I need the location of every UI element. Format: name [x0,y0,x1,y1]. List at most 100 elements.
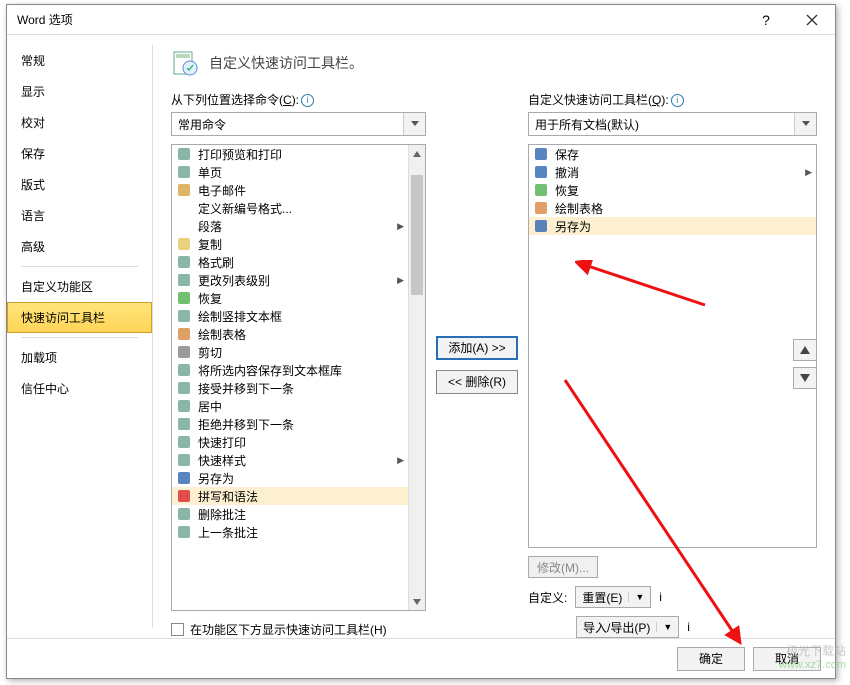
list-item[interactable]: 绘制表格 [172,325,408,343]
qat-scope-select[interactable]: 用于所有文档(默认) [528,112,817,136]
sidebar-item-5[interactable]: 语言 [7,200,152,231]
list-item[interactable]: 打印预览和打印 [172,145,408,163]
list-item-label: 居中 [198,398,222,415]
list-item-label: 删除批注 [198,506,246,523]
vtextbox-icon [176,308,192,324]
chevron-down-icon: ▼ [656,622,672,632]
add-button[interactable]: 添加(A) >> [436,336,518,360]
customize-label: 自定义: [528,589,567,606]
chevron-down-icon [794,113,816,135]
list-item[interactable]: 接受并移到下一条 [172,379,408,397]
qat-listbox[interactable]: 保存撤消 ▶ 恢复绘制表格另存为 [528,144,817,548]
sidebar-item-7[interactable]: 自定义功能区 [7,271,152,302]
list-item[interactable]: 撤消 ▶ [529,163,816,181]
commands-listbox[interactable]: 打印预览和打印单页电子邮件定义新编号格式...段落 ▶ 复制格式刷更改列表级别▶恢复… [171,144,426,611]
page-title: 自定义快速访问工具栏。 [209,53,363,73]
scroll-thumb[interactable] [411,175,423,295]
reset-button[interactable]: 重置(E)▼ [575,586,651,608]
save-selection-icon [176,362,192,378]
list-item[interactable]: 删除批注 [172,505,408,523]
list-item-label: 拼写和语法 [198,488,258,505]
list-item-label: 复制 [198,236,222,253]
import-export-button[interactable]: 导入/导出(P)▼ [576,616,679,638]
sidebar-item-8[interactable]: 快速访问工具栏 [7,302,152,333]
list-item[interactable]: 另存为 [529,217,816,235]
list-item[interactable]: 剪切 [172,343,408,361]
dialog-footer: 确定 取消 [7,638,835,678]
center-icon [176,398,192,414]
list-item[interactable]: 恢复 [172,289,408,307]
scrollbar[interactable] [408,145,425,610]
move-down-button[interactable] [793,367,817,389]
list-item-label: 段落 [198,218,222,235]
main-panel: 自定义快速访问工具栏。 从下列位置选择命令(C):i 常用命令 打印预览和打印单… [153,35,835,638]
list-item-label: 另存为 [555,218,591,235]
list-item[interactable]: 快速打印 [172,433,408,451]
customize-qat-label: 自定义快速访问工具栏(Q):i [528,91,817,108]
list-item-label: 另存为 [198,470,234,487]
list-item-label: 电子邮件 [198,182,246,199]
select-value: 用于所有文档(默认) [535,116,639,133]
list-item[interactable]: 拼写和语法 [172,487,408,505]
list-item[interactable]: 更改列表级别▶ [172,271,408,289]
list-item[interactable]: 恢复 [529,181,816,199]
list-item[interactable]: 拒绝并移到下一条 [172,415,408,433]
word-options-dialog: Word 选项 ? 常规显示校对保存版式语言高级自定义功能区快速访问工具栏加载项… [6,4,836,679]
sidebar-item-4[interactable]: 版式 [7,169,152,200]
choose-from-label: 从下列位置选择命令(C):i [171,91,426,108]
list-item[interactable]: 将所选内容保存到文本框库 [172,361,408,379]
ok-button[interactable]: 确定 [677,647,745,671]
list-item[interactable]: 格式刷 [172,253,408,271]
list-item[interactable]: 保存 [529,145,816,163]
list-item[interactable]: 上一条批注 [172,523,408,541]
sidebar-item-1[interactable]: 显示 [7,76,152,107]
list-item-label: 格式刷 [198,254,234,271]
info-icon[interactable]: i [301,94,314,107]
info-icon[interactable]: i [671,94,684,107]
dialog-title: Word 选项 [17,11,743,28]
list-item-label: 绘制竖排文本框 [198,308,282,325]
submenu-indicator-icon: ▶ [397,455,404,466]
list-item-label: 单页 [198,164,222,181]
list-item[interactable]: 段落 ▶ [172,217,408,235]
info-icon[interactable]: i [687,620,690,634]
submenu-indicator-icon: ▶ [397,221,404,232]
choose-commands-select[interactable]: 常用命令 [171,112,426,136]
list-item[interactable]: 居中 [172,397,408,415]
sidebar-item-6[interactable]: 高级 [7,231,152,262]
sidebar-item-2[interactable]: 校对 [7,107,152,138]
list-item[interactable]: 复制 [172,235,408,253]
scroll-down-button[interactable] [409,593,425,610]
sidebar-item-0[interactable]: 常规 [7,45,152,76]
list-item-label: 快速打印 [198,434,246,451]
list-item[interactable]: 绘制竖排文本框 [172,307,408,325]
list-item[interactable]: 定义新编号格式... [172,199,408,217]
redo-icon [176,290,192,306]
list-item[interactable]: 绘制表格 [529,199,816,217]
list-item-label: 恢复 [198,290,222,307]
list-item[interactable]: 电子邮件 [172,181,408,199]
scroll-up-button[interactable] [409,145,425,162]
list-item[interactable]: 单页 [172,163,408,181]
remove-button[interactable]: << 删除(R) [436,370,518,394]
redo-icon [533,182,549,198]
sidebar-item-3[interactable]: 保存 [7,138,152,169]
email-icon [176,182,192,198]
sidebar-item-10[interactable]: 信任中心 [7,373,152,404]
list-item[interactable]: 快速样式 ▶ [172,451,408,469]
move-up-button[interactable] [793,339,817,361]
list-item-label: 快速样式 [198,452,246,469]
sidebar-item-9[interactable]: 加载项 [7,342,152,373]
info-icon[interactable]: i [659,590,662,604]
list-item-label: 撤消 [555,164,579,181]
list-item[interactable]: 另存为 [172,469,408,487]
close-button[interactable] [789,5,835,35]
reject-next-icon [176,416,192,432]
list-item-label: 将所选内容保存到文本框库 [198,362,342,379]
submenu-indicator-icon: ▶ [805,167,812,178]
help-button[interactable]: ? [743,5,789,35]
checkbox-icon [171,623,184,636]
show-below-ribbon-checkbox[interactable]: 在功能区下方显示快速访问工具栏(H) [171,621,426,638]
chevron-down-icon: ▼ [628,592,644,602]
list-item-label: 绘制表格 [555,200,603,217]
